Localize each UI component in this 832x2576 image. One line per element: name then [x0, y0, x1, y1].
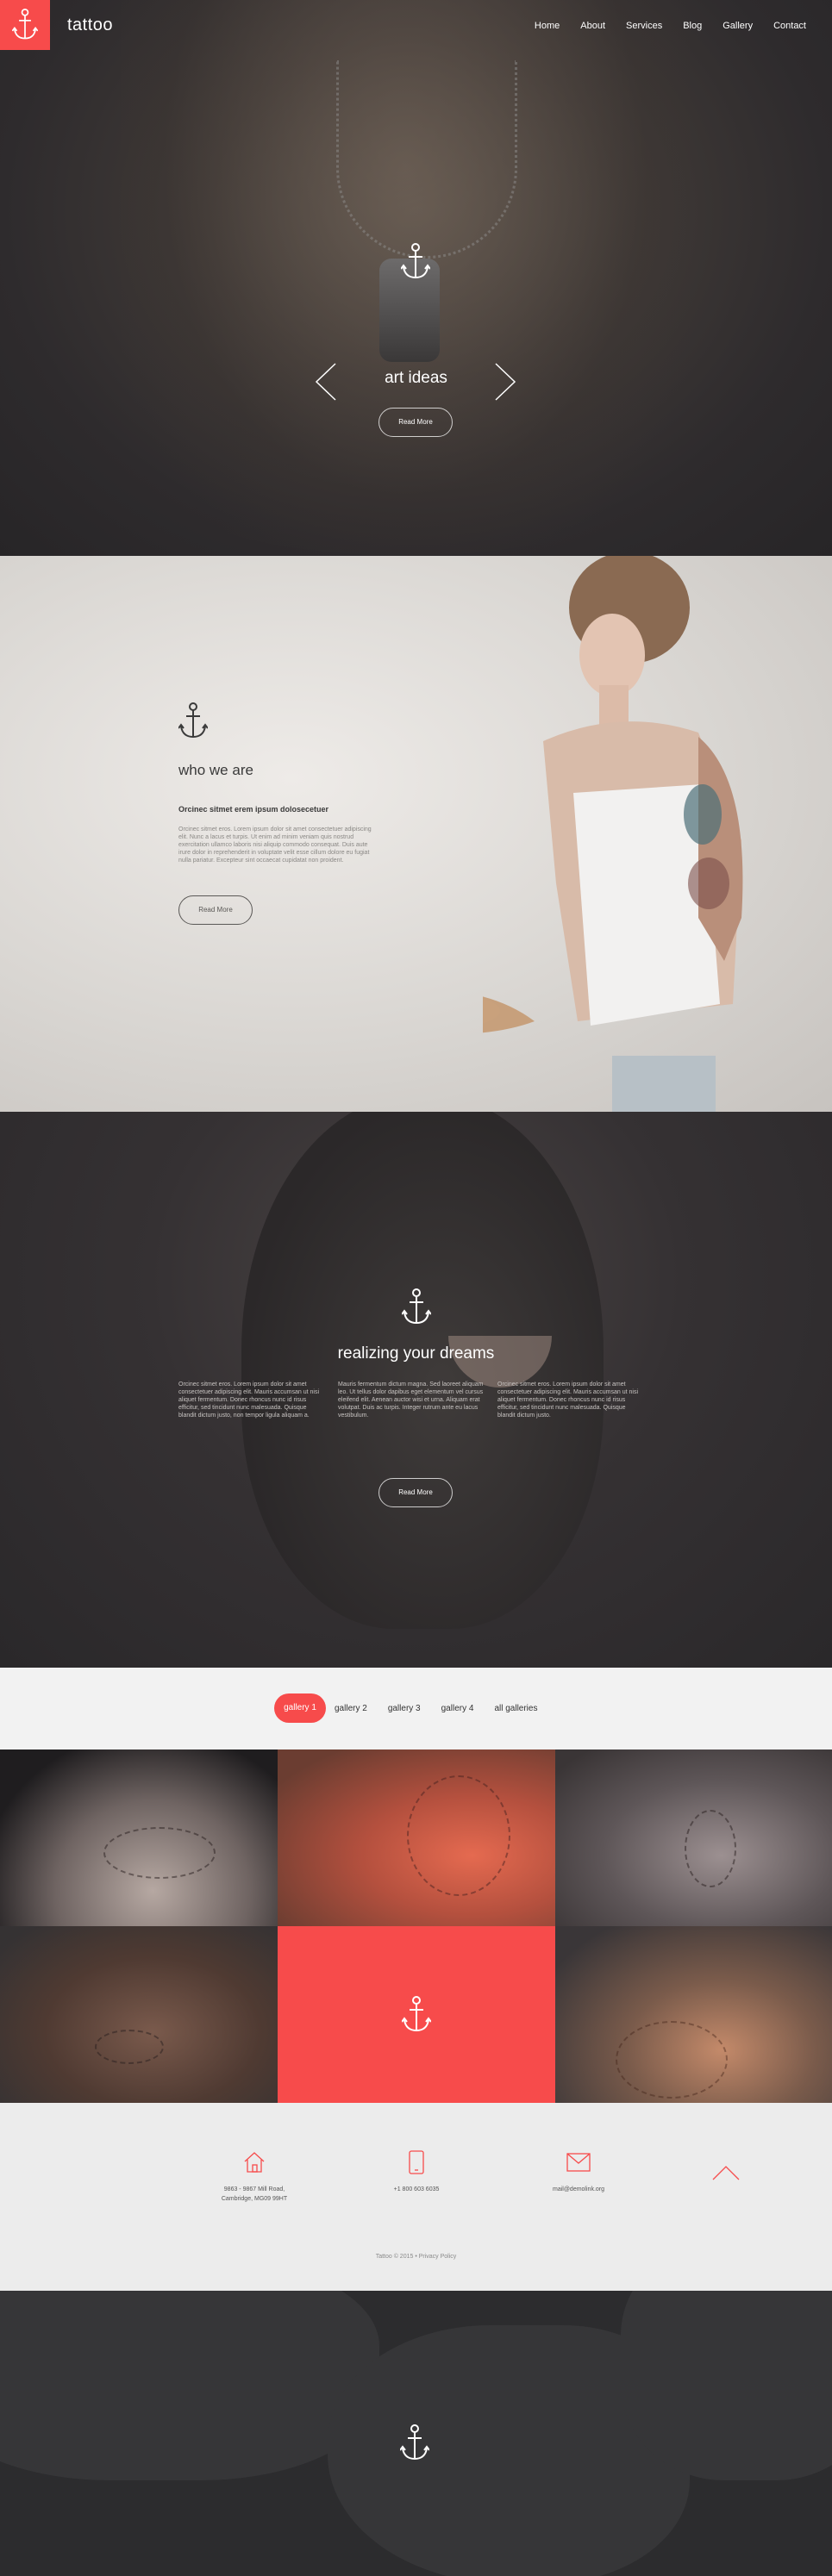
about-woman-image: [483, 556, 743, 1112]
tattoo-wing-image: [103, 1827, 216, 1879]
dreams-column: Orcinec sitmet eros. Lorem ipsum dolor s…: [497, 1382, 639, 1419]
map-land: [621, 2291, 832, 2480]
about-title: who we are: [178, 762, 253, 778]
contact-address: 9863 - 9867 Mill Road, Cambridge, MG09 9…: [177, 2150, 332, 2204]
map-marker[interactable]: [399, 2424, 430, 2467]
hero-necklace-image: [336, 60, 517, 259]
gallery-item[interactable]: [0, 1750, 278, 1926]
tab-gallery-3[interactable]: gallery 3: [388, 1704, 421, 1713]
site-header: tattoo Home About Services Blog Gallery …: [0, 0, 832, 52]
about-read-more-button[interactable]: Read More: [178, 895, 253, 925]
anchor-icon: [400, 1288, 432, 1325]
contact-email: mail@demolink.org: [501, 2150, 656, 2194]
brand-name[interactable]: tattoo: [67, 16, 113, 35]
nav-services[interactable]: Services: [626, 21, 662, 31]
gallery-tabs: gallery 1 gallery 2 gallery 3 gallery 4 …: [274, 1693, 558, 1723]
hero-content: art ideas: [0, 241, 832, 388]
slider-prev-button[interactable]: [315, 362, 337, 402]
nav-home[interactable]: Home: [535, 21, 560, 31]
tab-all-galleries[interactable]: all galleries: [494, 1704, 537, 1713]
gallery-item[interactable]: [555, 1750, 832, 1926]
tattoo-web-image: [95, 2030, 164, 2064]
about-content: who we are Orcinec sitmet erem ipsum dol…: [178, 702, 377, 925]
gallery-grid: [0, 1750, 832, 2103]
tab-gallery-4[interactable]: gallery 4: [441, 1704, 474, 1713]
about-text: Orcinec sitmet eros. Lorem ipsum dolor s…: [178, 826, 372, 864]
gallery-item[interactable]: [0, 1926, 278, 2103]
dreams-read-more-button[interactable]: Read More: [378, 1478, 453, 1507]
anchor-icon: [12, 9, 38, 40]
hero-section: art ideas Read More: [0, 0, 832, 556]
map-section[interactable]: [0, 2291, 832, 2576]
contacts-section: 9863 - 9867 Mill Road, Cambridge, MG09 9…: [0, 2103, 832, 2291]
home-icon: [244, 2152, 265, 2173]
page: art ideas Read More tattoo Home About Se…: [0, 0, 832, 2576]
dreams-background-image: [241, 1112, 604, 1629]
slider-next-button[interactable]: [494, 362, 516, 402]
address-line-2: Cambridge, MG09 99HT: [221, 2196, 288, 2202]
tab-gallery-2[interactable]: gallery 2: [335, 1704, 367, 1713]
chevron-up-icon: [712, 2166, 740, 2180]
dreams-columns: Orcinec sitmet eros. Lorem ipsum dolor s…: [178, 1381, 644, 1419]
hero-title: art ideas: [385, 369, 447, 387]
email-address[interactable]: mail@demolink.org: [501, 2185, 656, 2194]
dreams-title: realizing your dreams: [337, 1344, 495, 1363]
about-section: who we are Orcinec sitmet erem ipsum dol…: [0, 556, 832, 1112]
anchor-icon: [178, 702, 209, 739]
gallery-item-featured[interactable]: [278, 1926, 555, 2103]
tattoo-flower-image: [407, 1775, 510, 1896]
nav-blog[interactable]: Blog: [683, 21, 702, 31]
hero-read-more-button[interactable]: Read More: [378, 408, 453, 437]
dreams-header: realizing your dreams: [0, 1288, 832, 1363]
dreams-section: realizing your dreams Orcinec sitmet ero…: [0, 1112, 832, 1668]
tattoo-neck-image: [685, 1810, 736, 1887]
address-line-1: 9863 - 9867 Mill Road,: [223, 2186, 285, 2192]
nav-gallery[interactable]: Gallery: [723, 21, 753, 31]
gallery-tabs-section: gallery 1 gallery 2 gallery 3 gallery 4 …: [0, 1668, 832, 1750]
about-subtitle: Orcinec sitmet erem ipsum dolosecetuer: [178, 805, 329, 814]
nav-about[interactable]: About: [580, 21, 605, 31]
map-land: [0, 2291, 379, 2480]
tab-gallery-1[interactable]: gallery 1: [274, 1693, 326, 1723]
contact-phone: +1 800 603 6035: [339, 2150, 494, 2194]
phone-number[interactable]: +1 800 603 6035: [339, 2185, 494, 2194]
nav-contact[interactable]: Contact: [773, 21, 806, 31]
gallery-item[interactable]: [278, 1750, 555, 1926]
gallery-item[interactable]: [555, 1926, 832, 2103]
copyright: Tattoo © 2015 • Privacy Policy: [375, 2254, 457, 2260]
anchor-icon: [399, 2424, 430, 2461]
phone-icon: [409, 2150, 424, 2174]
scroll-top-button[interactable]: [712, 2165, 740, 2185]
logo[interactable]: [0, 0, 50, 50]
mail-icon: [566, 2153, 591, 2172]
anchor-icon: [402, 1995, 431, 2031]
dreams-column: Mauris fermentum dictum magna. Sed laore…: [338, 1382, 484, 1419]
tattoo-shoulder-image: [616, 2021, 728, 2099]
main-nav: Home About Services Blog Gallery Contact: [514, 21, 806, 31]
dreams-column: Orcinec sitmet eros. Lorem ipsum dolor s…: [178, 1382, 320, 1419]
